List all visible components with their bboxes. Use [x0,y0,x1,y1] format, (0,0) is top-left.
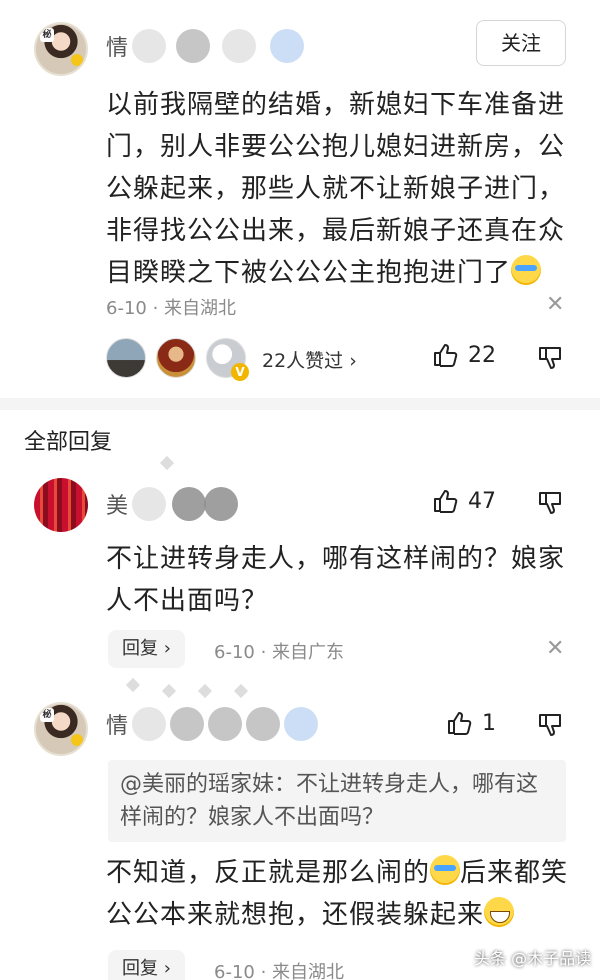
author-name[interactable]: 情 [106,706,319,742]
blur-mask [176,29,211,63]
author-name-visible: 情 [106,36,129,61]
liker-avatar: V [206,338,249,381]
blur-mask [246,707,281,741]
like-button[interactable]: 22 [432,342,496,368]
like-count: 47 [468,488,496,514]
reply-text: 不知道，反正就是那么闹的 后来都笑公公本来就想抱，还假装躲起来 [106,852,576,936]
like-count: 22 [468,342,496,368]
badge-icon [71,734,83,746]
like-button[interactable]: 1 [446,710,496,736]
reply-meta: 6-10 · 来自广东 [214,642,345,663]
reply-text-a: 不知道，反正就是那么闹的 [106,858,431,888]
like-count: 1 [482,710,496,736]
section-divider [0,398,600,410]
thumb-down-icon [539,492,561,514]
author-name[interactable]: 情 [106,28,305,64]
blur-mask [284,707,319,741]
grinning-emoji [484,897,515,927]
blur-mask [132,487,167,521]
dislike-button[interactable] [538,490,564,516]
blur-mask [132,29,167,63]
thumb-up-icon [448,712,472,735]
sparkle [159,455,175,471]
quoted-comment[interactable]: @美丽的瑶家妹：不让进转身走人，哪有这样闹的？娘家人不出面吗？ [108,760,566,842]
reply-button[interactable]: 回复 › [108,950,185,980]
comment-text-body: 以前我隔壁的结婚，新媳妇下车准备进门，别人非要公公抱儿媳妇进新房，公公躲起来，那… [106,90,566,288]
author-name-visible: 情 [106,714,129,739]
likers-avatars[interactable]: V [106,338,256,381]
author-name[interactable]: 美 [106,486,239,522]
avatar-seal: 秘 [40,708,54,722]
dislike-button[interactable] [538,712,564,738]
blur-mask [270,29,305,63]
dislike-button[interactable] [538,345,564,371]
blur-mask [172,487,207,521]
liker-avatar [106,338,146,378]
thumb-up-icon [434,490,458,513]
sparkle [161,683,177,699]
avatar[interactable] [34,478,88,532]
blur-mask [204,487,239,521]
follow-button[interactable]: 关注 [476,20,566,66]
blur-mask [222,29,257,63]
reply-text: 不让进转身走人，哪有这样闹的？娘家人不出面吗？ [106,544,566,616]
reply-meta: 6-10 · 来自湖北 [214,962,345,980]
thumb-down-icon [539,714,561,736]
crying-laughing-emoji [511,255,542,285]
crying-laughing-emoji [430,855,461,885]
liker-avatar [156,338,196,378]
comment-text: 以前我隔壁的结婚，新媳妇下车准备进门，别人非要公公抱儿媳妇进新房，公公躲起来，那… [106,84,576,294]
comment-meta: 6-10 · 来自湖北 [106,298,237,319]
section-title: 全部回复 [24,430,113,455]
avatar[interactable]: 秘 [34,702,88,756]
close-icon[interactable]: ✕ [546,292,564,317]
close-icon[interactable]: ✕ [546,636,564,661]
author-name-visible: 美 [106,494,129,519]
watermark: 头条 @木子品读 [474,949,592,968]
sparkle [233,683,249,699]
sparkle [197,683,213,699]
blur-mask [170,707,205,741]
avatar[interactable]: 秘 [34,22,88,76]
avatar-seal: 秘 [40,28,54,42]
thumb-up-icon [434,344,458,367]
like-button[interactable]: 47 [432,488,496,514]
blur-mask [132,707,167,741]
thumb-down-icon [539,347,561,369]
verified-badge-icon: V [231,363,249,381]
badge-icon [71,54,83,66]
likers-count-link[interactable]: 22人赞过 › [262,346,357,373]
blur-mask [208,707,243,741]
sparkle [125,677,141,693]
reply-button[interactable]: 回复 › [108,630,185,668]
